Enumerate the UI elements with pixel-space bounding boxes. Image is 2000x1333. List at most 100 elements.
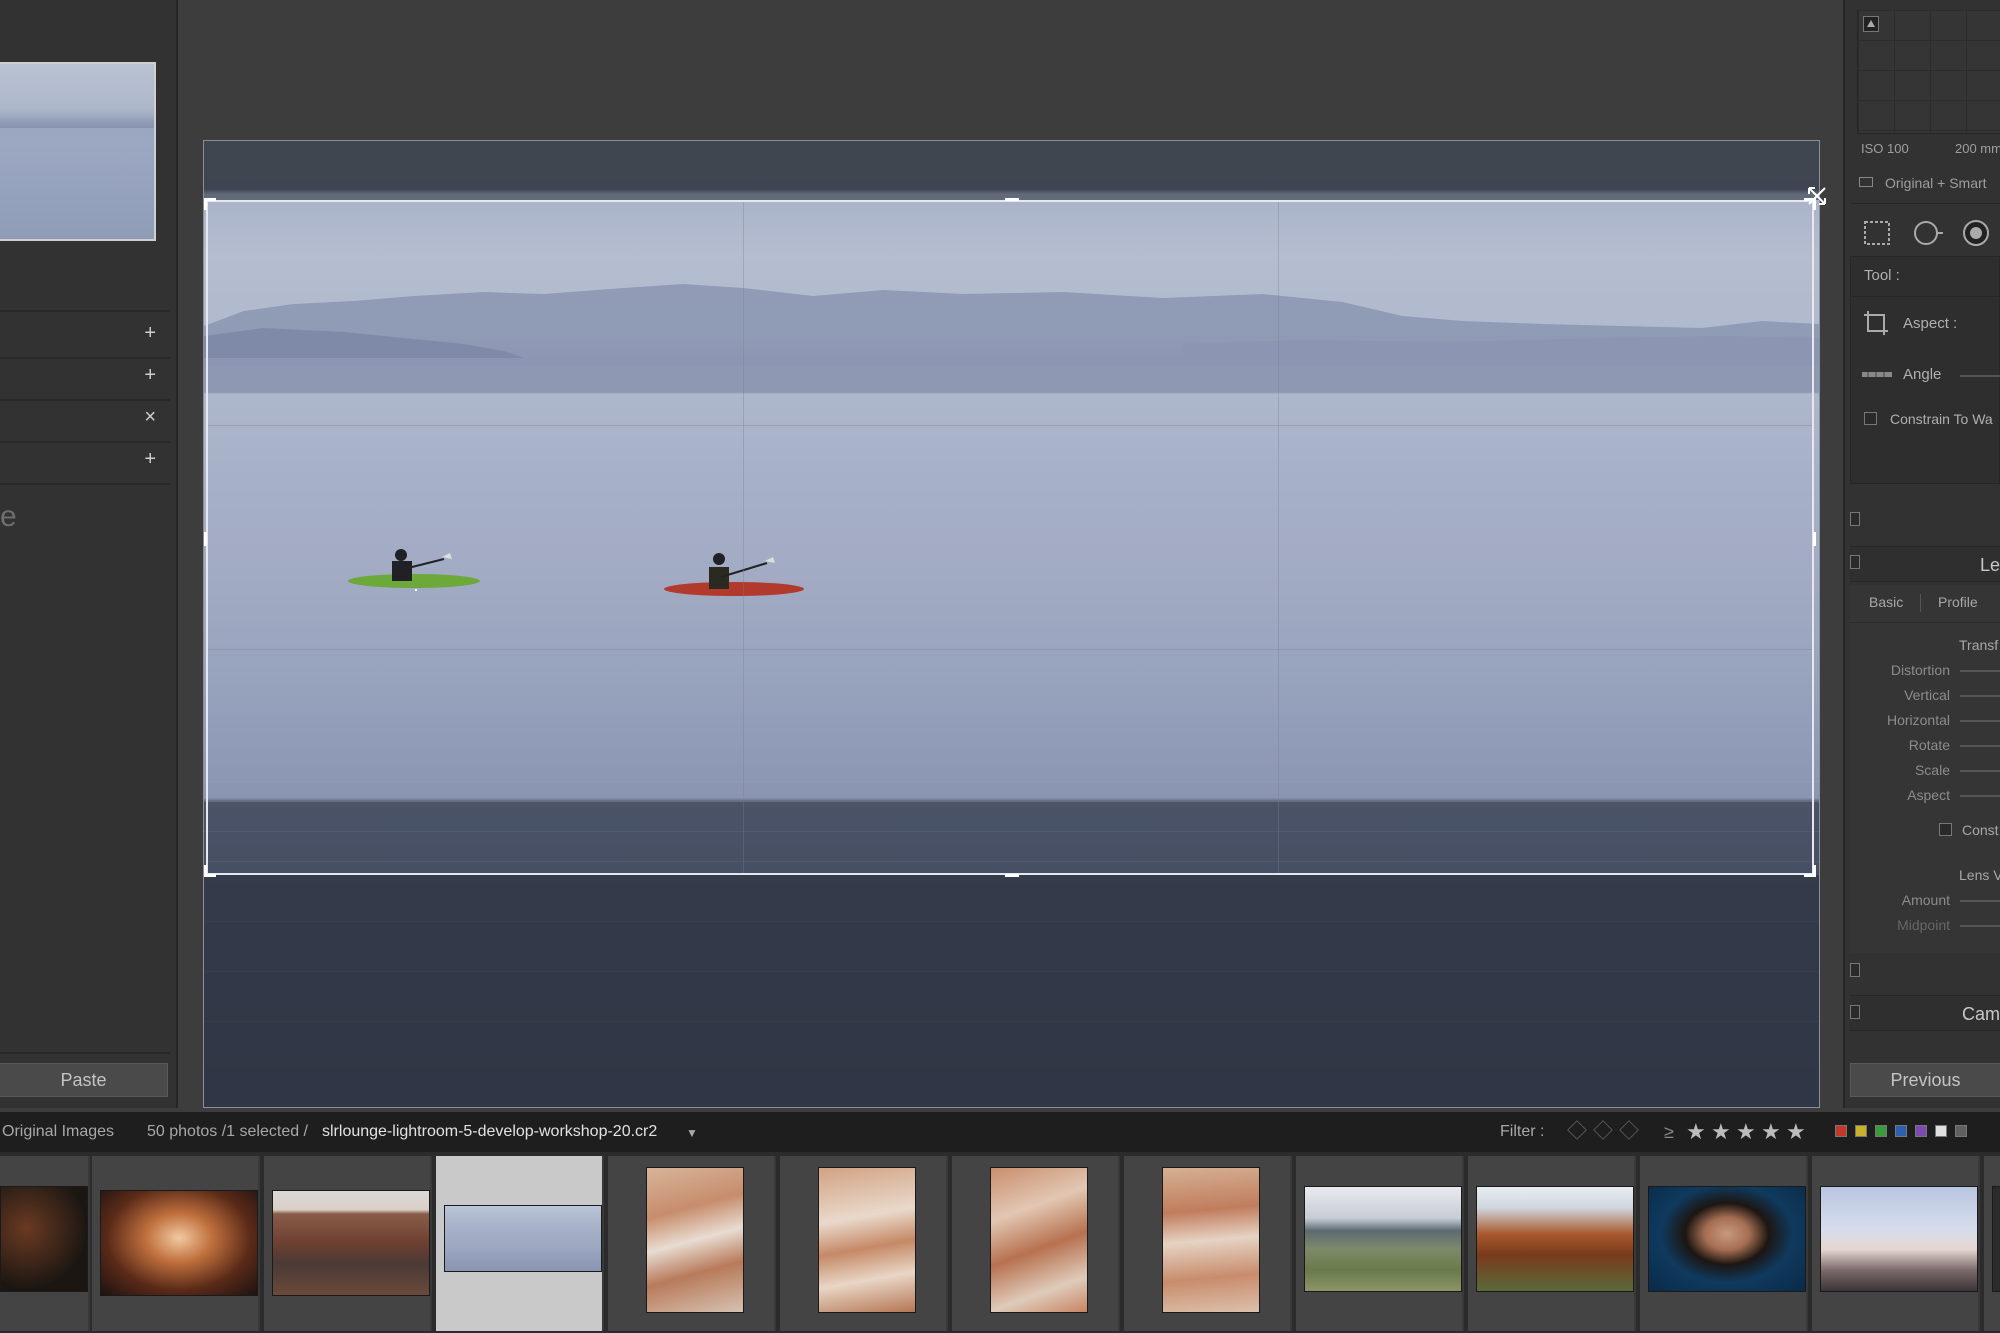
presets-row[interactable]: + — [0, 315, 170, 355]
filmstrip-cell[interactable] — [1984, 1156, 2000, 1331]
focal-length-readout: 200 mm — [1955, 141, 2000, 156]
spot-removal-tool-icon[interactable] — [1910, 216, 1944, 250]
selected-filename[interactable]: slrlounge-lightroom-5-develop-workshop-2… — [322, 1123, 657, 1141]
filmstrip-cell[interactable] — [1640, 1156, 1808, 1331]
add-snapshot-icon[interactable]: + — [144, 365, 156, 385]
history-row[interactable]: × — [0, 399, 170, 439]
panel-switch-icon[interactable] — [1850, 963, 1860, 977]
thumbnail-bryce-hoodoos[interactable] — [818, 1167, 916, 1313]
vignette-midpoint-slider[interactable] — [1960, 925, 2000, 927]
panel-switch-icon[interactable] — [1850, 1005, 1860, 1019]
vertical-slider[interactable] — [1960, 695, 2000, 697]
aspect-slider[interactable] — [1960, 795, 2000, 797]
color-label-none[interactable] — [1955, 1125, 1967, 1137]
thumbnail-bryce-hoodoos[interactable] — [990, 1167, 1088, 1313]
rating-star-icon[interactable]: ★ — [1686, 1121, 1706, 1143]
rotate-slider[interactable] — [1960, 745, 2000, 747]
add-collection-icon[interactable]: + — [144, 449, 156, 469]
thumbnail-kayakers-lake[interactable] — [444, 1205, 602, 1272]
filmstrip-cell[interactable] — [952, 1156, 1120, 1331]
straighten-tool-icon[interactable] — [1860, 362, 1894, 386]
crop-handle-bottom[interactable] — [1005, 874, 1019, 877]
snapshots-row[interactable]: + — [0, 357, 170, 397]
thumbnail-horseshoe-bend[interactable] — [272, 1190, 430, 1296]
scale-slider[interactable] — [1960, 770, 2000, 772]
thumbnail-bryce-hoodoos[interactable] — [646, 1167, 744, 1313]
clear-history-icon[interactable]: × — [144, 407, 156, 427]
thumbnail-partial[interactable] — [1992, 1186, 2000, 1292]
color-label-green[interactable] — [1875, 1125, 1887, 1137]
filmstrip-cell[interactable] — [1296, 1156, 1464, 1331]
lens-corrections-header[interactable]: Le — [1850, 546, 2000, 582]
filter-label: Filter : — [1500, 1123, 1545, 1140]
camera-calibration-header[interactable]: Cam — [1850, 995, 2000, 1031]
constrain-to-warp-label: Constrain To Wa — [1890, 411, 1993, 427]
rating-operator[interactable]: ≥ — [1664, 1122, 1674, 1143]
crop-handle-top-left[interactable] — [204, 198, 216, 210]
distortion-slider[interactable] — [1960, 670, 2000, 672]
rating-star-icon[interactable]: ★ — [1786, 1121, 1806, 1143]
thumbnail-antelope-canyon[interactable] — [100, 1190, 258, 1296]
angle-slider[interactable] — [1960, 375, 2000, 377]
tool-label: Tool : — [1864, 267, 1900, 284]
color-label-yellow[interactable] — [1855, 1125, 1867, 1137]
red-eye-tool-icon[interactable] — [1959, 216, 1993, 250]
crop-handle-right[interactable] — [1813, 532, 1816, 546]
midpoint-label: Midpoint — [1897, 917, 1950, 933]
add-preset-icon[interactable]: + — [144, 323, 156, 343]
filmstrip-cell[interactable] — [92, 1156, 260, 1331]
crop-handle-bottom-left[interactable] — [204, 865, 216, 877]
rating-star-icon[interactable]: ★ — [1736, 1121, 1756, 1143]
paste-button[interactable]: Paste — [0, 1063, 168, 1097]
source-label[interactable]: Original Images — [2, 1123, 114, 1141]
photo-canvas[interactable] — [203, 140, 1820, 1108]
filename-dropdown-icon[interactable]: ▼ — [686, 1126, 698, 1140]
filmstrip-cell[interactable] — [1468, 1156, 1636, 1331]
color-label-custom[interactable] — [1935, 1125, 1947, 1137]
rating-star-icon[interactable]: ★ — [1761, 1121, 1781, 1143]
thumbnail-portrait-woman[interactable] — [1648, 1186, 1806, 1292]
horizontal-slider[interactable] — [1960, 720, 2000, 722]
panel-divider — [0, 483, 170, 485]
shadow-clipping-icon[interactable] — [1863, 16, 1879, 32]
color-label-purple[interactable] — [1915, 1125, 1927, 1137]
collections-row[interactable]: + — [0, 441, 170, 481]
tab-basic[interactable]: Basic — [1869, 594, 1903, 610]
crop-handle-bottom-right[interactable] — [1804, 865, 1816, 877]
crop-handle-top[interactable] — [1005, 198, 1019, 201]
filmstrip-cell[interactable] — [264, 1156, 432, 1331]
filmstrip-cell[interactable] — [0, 1156, 90, 1331]
left-panel: + + × + e Paste — [0, 0, 178, 1108]
panel-switch-icon[interactable] — [1850, 555, 1860, 569]
filmstrip-cell[interactable] — [780, 1156, 948, 1331]
filmstrip-cell[interactable] — [1812, 1156, 1980, 1331]
navigator-preview[interactable] — [0, 62, 156, 241]
constrain-to-warp-checkbox[interactable] — [1864, 412, 1877, 425]
crop-overlay-tool-icon[interactable] — [1860, 216, 1894, 250]
scale-label: Scale — [1914, 762, 1950, 778]
constrain-crop-checkbox[interactable] — [1939, 823, 1952, 836]
panel-divider — [0, 1052, 170, 1054]
filmstrip — [0, 1152, 2000, 1333]
thumbnail-couple-sunset[interactable] — [1820, 1186, 1978, 1292]
thumbnail-slot-canyon[interactable] — [0, 1186, 88, 1292]
color-label-red[interactable] — [1835, 1125, 1847, 1137]
transform-section-title: Transf — [1959, 637, 1999, 653]
filmstrip-cell[interactable] — [1124, 1156, 1292, 1331]
thumbnail-wedding-coast[interactable] — [1304, 1186, 1462, 1292]
crop-rectangle[interactable] — [204, 198, 1816, 877]
panel-divider — [0, 310, 170, 312]
thumbnail-bryce-hoodoos[interactable] — [1162, 1167, 1260, 1313]
rating-star-icon[interactable]: ★ — [1711, 1121, 1731, 1143]
crop-handle-left[interactable] — [204, 532, 207, 546]
filmstrip-cell-selected[interactable] — [436, 1156, 604, 1331]
vignette-amount-slider[interactable] — [1960, 900, 2000, 902]
panel-switch-icon[interactable] — [1850, 512, 1860, 526]
filmstrip-cell[interactable] — [608, 1156, 776, 1331]
color-label-blue[interactable] — [1895, 1125, 1907, 1137]
crop-mask-bottom — [204, 875, 1819, 1107]
crop-aspect-lock-icon[interactable] — [1862, 309, 1890, 337]
tab-profile[interactable]: Profile — [1938, 594, 1978, 610]
thumbnail-zion-cliffs[interactable] — [1476, 1186, 1634, 1292]
previous-button[interactable]: Previous — [1850, 1063, 2000, 1097]
